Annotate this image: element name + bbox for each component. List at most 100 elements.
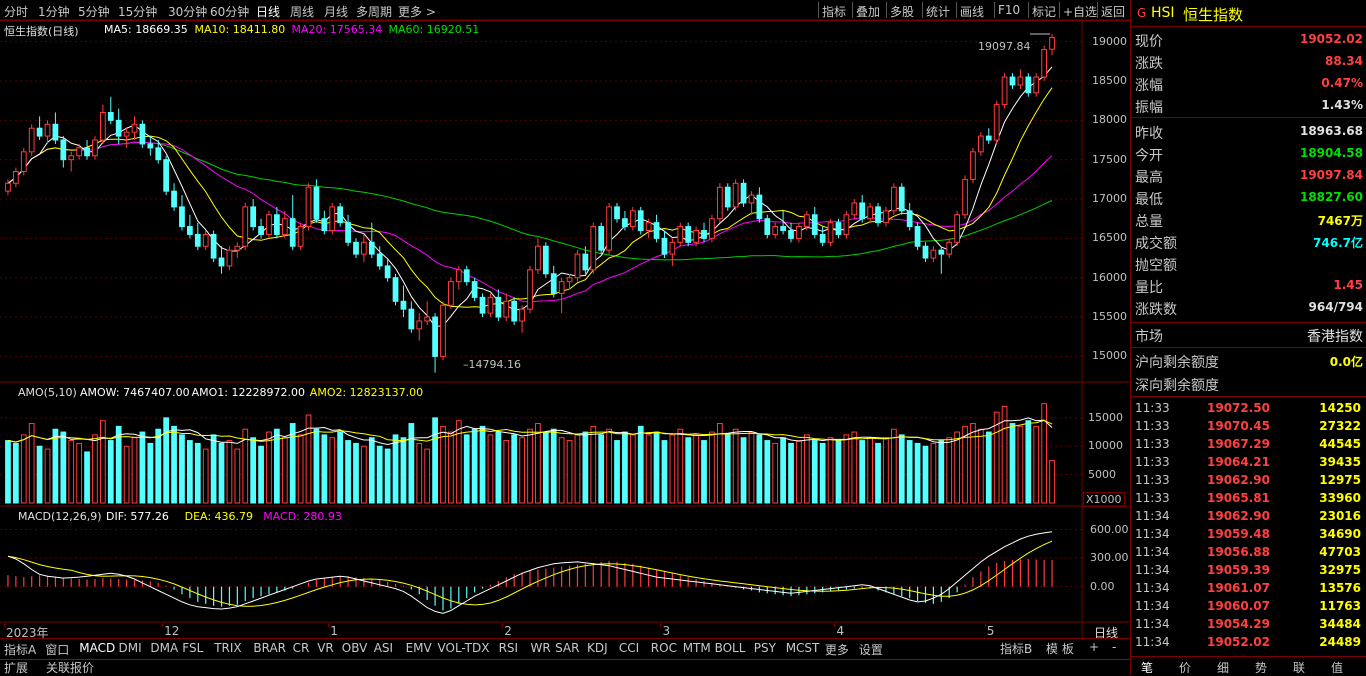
- indicator-tab-23[interactable]: MCST: [786, 641, 820, 655]
- add-window-button[interactable]: +: [1089, 640, 1099, 654]
- indicator-tab-25[interactable]: 设置: [859, 641, 883, 658]
- candle-body: [582, 253, 589, 271]
- indicator-tab-1[interactable]: 窗口: [45, 641, 69, 658]
- tick-volume: 27322: [1319, 419, 1361, 433]
- indicator-tab-10[interactable]: OBV: [342, 641, 368, 655]
- indicator-tab-15[interactable]: WR: [531, 641, 551, 655]
- volume-legend-item: AMOW: 7467407.00: [80, 386, 190, 399]
- remove-window-button[interactable]: -: [1112, 640, 1116, 654]
- panel-tab-1[interactable]: 价: [1179, 659, 1191, 676]
- volume-bar: [954, 431, 961, 504]
- indicator-tab-17[interactable]: KDJ: [587, 641, 608, 655]
- tick-price: 19062.90: [1207, 473, 1271, 487]
- quote-row: 现价 19052.02: [1135, 28, 1363, 50]
- indicator-tab-20[interactable]: MTM: [683, 641, 711, 655]
- candle-body: [803, 214, 810, 228]
- quota-label: 沪向剩余额度: [1135, 355, 1219, 371]
- ma-legend-item: MA60: 16920.51: [388, 23, 480, 36]
- indicator-tab-9[interactable]: VR: [317, 641, 334, 655]
- volume-bar: [590, 425, 597, 504]
- macd-tick-label: 0.00: [1090, 579, 1115, 593]
- template-tab-0[interactable]: 指标B: [1000, 640, 1032, 657]
- volume-bar: [803, 434, 810, 504]
- volume-legend-prefix: AMO(5,10): [18, 386, 77, 399]
- candle-body: [780, 226, 786, 232]
- volume-bar: [811, 440, 818, 504]
- candle-body: [883, 210, 889, 224]
- volume-bar: [147, 442, 154, 504]
- indicator-tab-18[interactable]: CCI: [619, 641, 639, 655]
- indicator-tab-21[interactable]: BOLL: [715, 641, 746, 655]
- indicator-tab-14[interactable]: RSI: [499, 641, 519, 655]
- candle-body: [234, 245, 241, 251]
- exchange-prefix: G: [1137, 6, 1147, 20]
- candle-body: [724, 186, 731, 208]
- candle-body: [1009, 76, 1016, 86]
- stat-row: 量比 1.45: [1135, 274, 1363, 296]
- indicator-tab-0[interactable]: 指标A: [4, 641, 36, 658]
- candle-body: [416, 320, 423, 330]
- tick-row: 11:33 19062.90 12975: [1135, 472, 1363, 490]
- template-tab-1[interactable]: 模 板: [1046, 640, 1074, 657]
- candle-body: [645, 222, 652, 232]
- candle-body: [970, 151, 976, 180]
- candle-body: [511, 300, 518, 322]
- volume-bar: [392, 434, 399, 504]
- price-tick-label: 18000: [1092, 113, 1127, 127]
- indicator-tab-3[interactable]: DMI: [119, 641, 142, 655]
- volume-bar: [99, 420, 106, 504]
- bottom-link-1[interactable]: 关联报价: [46, 659, 94, 676]
- candle-body: [471, 281, 478, 298]
- candle-body: [179, 206, 185, 228]
- volume-bar: [709, 431, 715, 504]
- indicator-tab-7[interactable]: BRAR: [253, 641, 286, 655]
- indicator-tab-2[interactable]: MACD: [79, 641, 115, 655]
- volume-bar: [851, 431, 858, 504]
- tick-price: 19064.21: [1207, 455, 1271, 469]
- panel-tab-2[interactable]: 细: [1217, 659, 1229, 676]
- volume-bar: [653, 431, 660, 504]
- tick-price: 19072.50: [1207, 401, 1271, 415]
- indicator-tab-13[interactable]: VOL-TDX: [438, 641, 490, 655]
- panel-tab-3[interactable]: 势: [1255, 659, 1267, 676]
- low-price-label: –14794.16: [463, 358, 521, 371]
- indicator-tab-12[interactable]: EMV: [406, 641, 432, 655]
- indicator-tab-24[interactable]: 更多: [825, 641, 849, 658]
- stat-value: 18827.60: [1299, 190, 1363, 204]
- candle-body: [36, 127, 43, 137]
- indicator-tab-8[interactable]: CR: [293, 641, 310, 655]
- indicator-tab-19[interactable]: ROC: [651, 641, 677, 655]
- candle-body: [535, 245, 541, 271]
- tick-price: 19059.48: [1207, 527, 1271, 541]
- panel-tab-5[interactable]: 值: [1331, 659, 1343, 676]
- price-tick-label: 15000: [1092, 349, 1127, 363]
- volume-bar: [115, 425, 122, 504]
- volume-bar: [448, 431, 454, 504]
- volume-bar: [155, 428, 162, 504]
- candle-body: [685, 226, 692, 243]
- panel-tab-4[interactable]: 联: [1293, 659, 1305, 676]
- volume-bar: [12, 442, 19, 504]
- volume-bar: [76, 442, 83, 504]
- ma-legend-item: MA10: 18411.80: [194, 23, 286, 36]
- indicator-tab-11[interactable]: ASI: [374, 641, 393, 655]
- indicator-tab-5[interactable]: FSL: [182, 641, 203, 655]
- candle-body: [819, 233, 826, 243]
- candle-body: [28, 127, 35, 153]
- date-axis-tick: [3, 623, 5, 627]
- volume-bar: [835, 440, 842, 504]
- indicator-tab-4[interactable]: DMA: [150, 641, 178, 655]
- volume-bar: [337, 431, 344, 504]
- volume-bar: [107, 440, 114, 504]
- bottom-bar: 扩展 关联报价: [0, 658, 1130, 675]
- candle-body: [147, 143, 154, 149]
- indicator-tab-22[interactable]: PSY: [754, 641, 776, 655]
- volume-bar: [463, 434, 470, 504]
- indicator-tab-16[interactable]: SAR: [555, 641, 579, 655]
- date-axis-label: 5: [986, 624, 995, 638]
- indicator-tab-6[interactable]: TRIX: [214, 641, 241, 655]
- panel-tab-0[interactable]: 笔: [1141, 659, 1153, 676]
- bottom-link-0[interactable]: 扩展: [4, 659, 28, 676]
- volume-bar: [400, 437, 407, 504]
- candle-body: [946, 241, 953, 255]
